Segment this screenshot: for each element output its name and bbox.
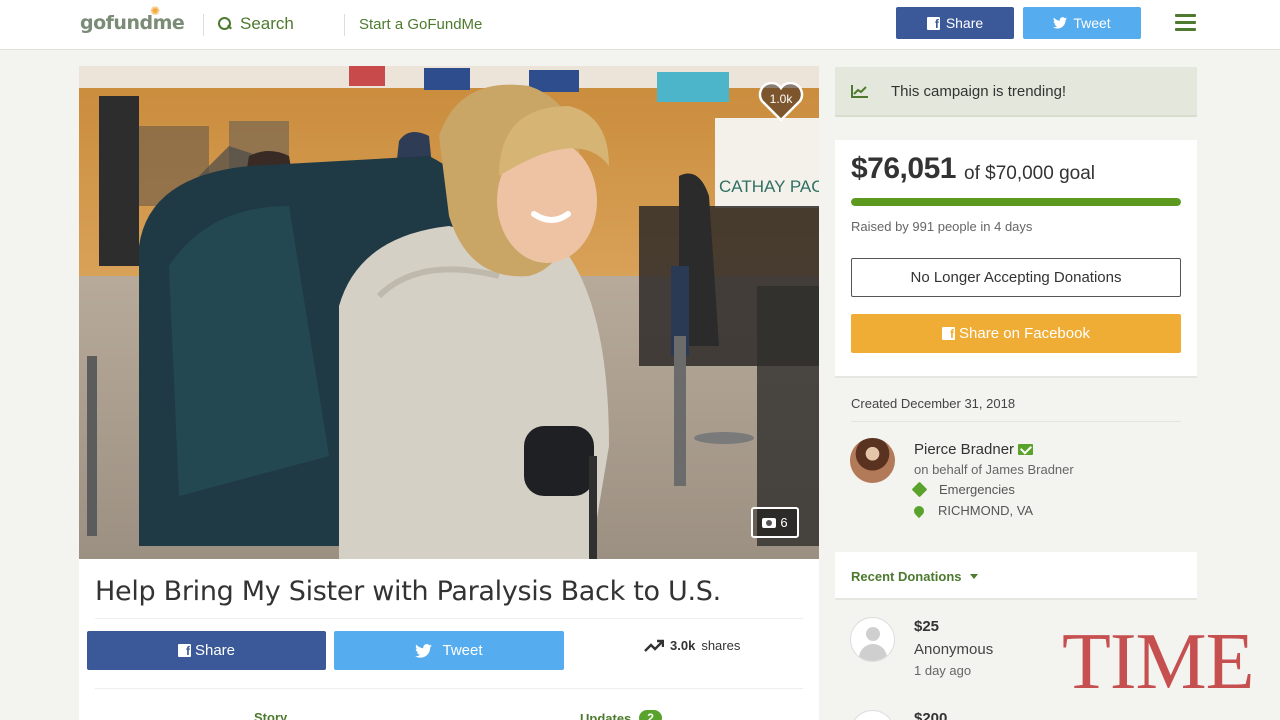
search-icon xyxy=(218,17,232,31)
category-label: Emergencies xyxy=(939,482,1015,497)
top-nav: gofundme ✺ Search Start a GoFundMe f Sha… xyxy=(0,0,1280,50)
share-on-facebook-button[interactable]: f Share on Facebook xyxy=(851,314,1181,353)
created-date: Created December 31, 2018 xyxy=(851,396,1016,411)
organizer-name-link[interactable]: Pierce Bradner xyxy=(914,441,1034,458)
logo-text: gofundme xyxy=(80,12,185,34)
trending-text: This campaign is trending! xyxy=(891,82,1067,100)
organizer-name: Pierce Bradner xyxy=(914,441,1015,458)
location-row: RICHMOND, VA xyxy=(911,503,1034,518)
twitter-icon xyxy=(1053,17,1068,29)
header-tweet-label: Tweet xyxy=(1073,15,1111,31)
photo-count-button[interactable]: 6 xyxy=(751,507,799,538)
share-on-facebook-label: Share on Facebook xyxy=(959,325,1090,342)
facebook-icon: f xyxy=(926,16,940,30)
tab-story[interactable]: Story xyxy=(254,710,287,720)
campaign-photo-illustration: CATHAY PACIF xyxy=(79,66,819,559)
donor-name: Anonymous xyxy=(914,641,994,658)
camera-icon xyxy=(762,517,777,528)
start-gofundme-link[interactable]: Start a GoFundMe xyxy=(359,16,482,33)
gofundme-logo[interactable]: gofundme ✺ xyxy=(80,4,185,34)
raised-by-text: Raised by 991 people in 4 days xyxy=(851,219,1033,234)
goal-text: of $70,000 goal xyxy=(964,163,1096,184)
tab-updates-label: Updates xyxy=(580,710,632,720)
recent-donations-dropdown[interactable]: Recent Donations xyxy=(851,569,978,584)
tag-icon xyxy=(911,481,928,498)
location-label: RICHMOND, VA xyxy=(938,503,1034,518)
time-watermark: TIME xyxy=(1062,618,1255,706)
menu-icon[interactable] xyxy=(1175,14,1196,31)
share-label: Share xyxy=(194,642,236,659)
search-label: Search xyxy=(240,14,294,33)
location-pin-icon xyxy=(911,503,927,518)
divider xyxy=(95,618,803,619)
twitter-icon xyxy=(415,643,433,658)
trending-banner: This campaign is trending! xyxy=(835,67,1197,117)
divider xyxy=(95,688,803,689)
contact-envelope-icon[interactable] xyxy=(1018,444,1034,455)
no-longer-accepting-button[interactable]: No Longer Accepting Donations xyxy=(851,258,1181,297)
chevron-down-icon xyxy=(969,574,978,579)
tab-updates[interactable]: Updates 2 xyxy=(580,710,662,720)
organizer-avatar[interactable] xyxy=(850,438,895,483)
header-facebook-share-button[interactable]: f Share xyxy=(896,7,1014,39)
donor-avatar-icon xyxy=(850,710,895,720)
photo-count: 6 xyxy=(780,515,788,530)
divider xyxy=(851,421,1181,422)
tweet-button[interactable]: Tweet xyxy=(334,631,564,670)
trending-chart-icon xyxy=(851,85,868,98)
updates-count-badge: 2 xyxy=(639,710,662,720)
category-row[interactable]: Emergencies xyxy=(911,481,1015,498)
donation-time: 1 day ago xyxy=(914,663,972,678)
progress-bar xyxy=(851,198,1181,206)
donation-amount: $200 xyxy=(914,710,948,720)
shares-label: shares xyxy=(701,638,741,653)
shares-count: 3.0k xyxy=(670,638,696,653)
beneficiary-text: on behalf of James Bradner xyxy=(914,462,1074,477)
progress-fill xyxy=(851,198,1181,206)
header-divider xyxy=(344,14,345,36)
facebook-icon: f xyxy=(177,644,191,657)
header-share-label: Share xyxy=(945,15,984,31)
share-count: 3.0k shares xyxy=(644,638,740,653)
recent-donations-label: Recent Donations xyxy=(851,569,962,584)
search-button[interactable]: Search xyxy=(218,14,294,34)
facebook-icon: f xyxy=(942,327,956,340)
header-divider xyxy=(203,14,204,36)
tweet-label: Tweet xyxy=(442,642,483,659)
trending-arrow-icon xyxy=(644,639,664,652)
header-tweet-button[interactable]: Tweet xyxy=(1023,7,1141,39)
heart-count: 1.0k xyxy=(769,92,793,106)
donor-avatar-icon xyxy=(850,617,895,662)
logo-sun-icon: ✺ xyxy=(150,4,160,18)
amount-raised: $76,051 xyxy=(851,152,956,185)
donation-amount: $25 xyxy=(914,618,940,635)
facebook-share-button[interactable]: f Share xyxy=(87,631,326,670)
cathay-sign-text: CATHAY PACIF xyxy=(719,177,819,196)
campaign-title: Help Bring My Sister with Paralysis Back… xyxy=(95,576,721,607)
campaign-photo[interactable]: CATHAY PACIF xyxy=(79,66,819,559)
